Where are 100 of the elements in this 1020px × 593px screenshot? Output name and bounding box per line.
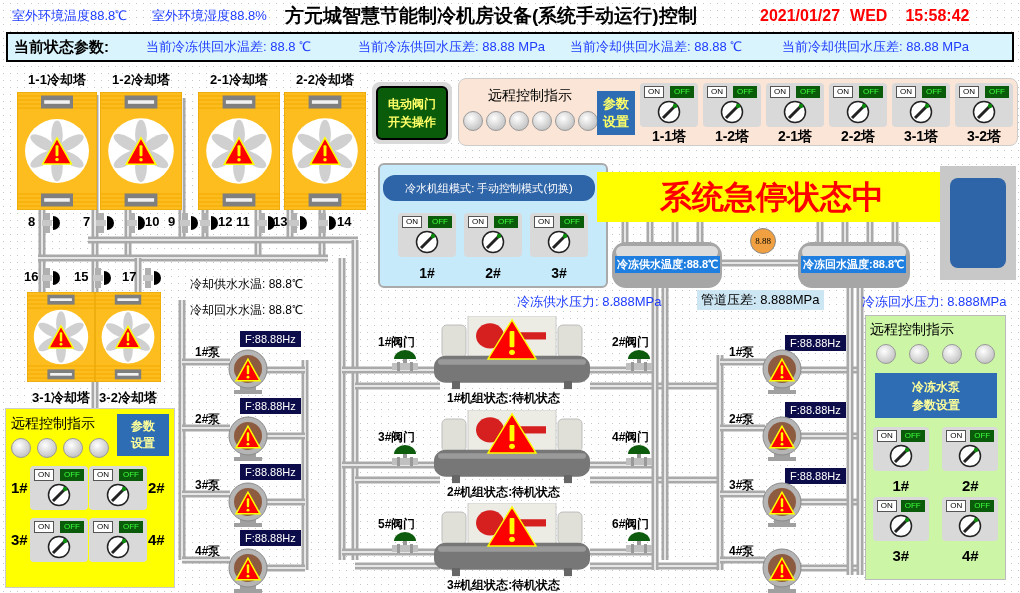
frequency-display: F:88.88Hz bbox=[240, 530, 301, 546]
on-indicator: ON bbox=[34, 469, 54, 481]
cooling-water-temperature: 冷却供水水温: 88.8℃ bbox=[190, 276, 304, 293]
on-indicator: ON bbox=[876, 430, 897, 442]
off-indicator: OFF bbox=[670, 86, 694, 98]
settings-button[interactable]: 参数 设置 bbox=[117, 414, 169, 456]
selector-switch[interactable]: ON OFF bbox=[829, 83, 887, 127]
off-indicator: OFF bbox=[970, 430, 995, 442]
on-indicator: ON bbox=[34, 521, 54, 533]
switch-label: 3-1塔 bbox=[903, 127, 939, 145]
valve-label: 6#阀门 bbox=[612, 516, 650, 533]
return-temperature-label: 冷冻回水温度:88.8℃ bbox=[801, 256, 907, 273]
valve-number: 12 bbox=[218, 214, 233, 230]
frequency-display: F:88.88Hz bbox=[785, 335, 846, 351]
tower-label: 1-1冷却塔 bbox=[27, 71, 87, 89]
selector-switch[interactable]: ON OFF bbox=[942, 497, 999, 541]
pump-label: 2#泵 bbox=[729, 411, 755, 428]
switch-label: 1# bbox=[11, 477, 29, 498]
on-indicator: ON bbox=[876, 500, 897, 512]
valve-number: 15 bbox=[74, 269, 89, 285]
valve-number: 8 bbox=[28, 214, 36, 230]
selector-switch[interactable]: ON OFF bbox=[464, 213, 522, 257]
tower-label: 2-2冷却塔 bbox=[295, 71, 355, 89]
valve-number: 17 bbox=[122, 269, 137, 285]
switch-label: 1# bbox=[419, 264, 435, 283]
time-text: 15:58:42 bbox=[905, 6, 970, 26]
status-label: 当前状态参数: bbox=[14, 36, 110, 57]
pump-label: 1#泵 bbox=[729, 344, 755, 361]
valve-number: 13 bbox=[273, 214, 288, 230]
supply-temperature-label: 冷冻供水温度:88.8℃ bbox=[615, 256, 721, 273]
off-indicator: OFF bbox=[970, 500, 995, 512]
selector-switch[interactable]: ON OFF bbox=[30, 518, 88, 562]
selector-switch[interactable]: ON OFF bbox=[89, 518, 147, 562]
valve-number: 10 bbox=[145, 214, 160, 230]
off-indicator: OFF bbox=[985, 86, 1009, 98]
valve-icon bbox=[392, 349, 418, 371]
selector-switch[interactable]: ON OFF bbox=[398, 213, 456, 257]
cooling-water-temperature: 冷却回水水温: 88.8℃ bbox=[190, 302, 304, 319]
switch-label: 3# bbox=[11, 529, 29, 550]
switch-label: 2# bbox=[148, 477, 166, 498]
selector-switch[interactable]: ON OFF bbox=[703, 83, 761, 127]
chiller-status: 1#机组状态:待机状态 bbox=[447, 391, 561, 405]
switch-label: 3# bbox=[551, 264, 567, 283]
pump-label: 4#泵 bbox=[195, 543, 221, 560]
settings-button[interactable]: 参数 设置 bbox=[597, 91, 635, 135]
valve-label: 1#阀门 bbox=[378, 334, 416, 351]
selector-switch[interactable]: ON OFF bbox=[955, 83, 1013, 127]
selector-switch[interactable]: ON OFF bbox=[530, 213, 588, 257]
valve-icon bbox=[127, 213, 147, 233]
off-indicator: OFF bbox=[60, 521, 84, 533]
pump-label: 3#泵 bbox=[729, 477, 755, 494]
on-indicator: ON bbox=[93, 469, 113, 481]
on-indicator: ON bbox=[93, 521, 113, 533]
selector-switch[interactable]: ON OFF bbox=[766, 83, 824, 127]
off-indicator: OFF bbox=[560, 216, 584, 228]
status-value: 当前冷却供回水温差: 88.88 ℃ bbox=[570, 38, 744, 57]
selector-switch[interactable]: ON OFF bbox=[30, 466, 88, 510]
tower-label: 2-1冷却塔 bbox=[209, 71, 269, 89]
pressure-gauge: 8.88 bbox=[750, 228, 776, 254]
differential-pressure: 管道压差: 8.888MPa bbox=[697, 290, 824, 310]
pump-label: 2#泵 bbox=[195, 411, 221, 428]
valve-icon bbox=[93, 268, 113, 288]
frequency-display: F:88.88Hz bbox=[240, 464, 301, 480]
switch-label: 3-2塔 bbox=[966, 127, 1002, 145]
chiller-status: 3#机组状态:待机状态 bbox=[447, 578, 561, 592]
selector-switch[interactable]: ON OFF bbox=[89, 466, 147, 510]
chiller-status: 2#机组状态:待机状态 bbox=[447, 485, 561, 499]
mode-switch-button[interactable]: 冷水机组模式: 手动控制模式(切换) bbox=[383, 175, 595, 201]
switch-label: 2# bbox=[485, 264, 501, 283]
off-indicator: OFF bbox=[119, 521, 143, 533]
selector-switch[interactable]: ON OFF bbox=[892, 83, 950, 127]
settings-button[interactable]: 冷冻水泵 参数设置 bbox=[874, 373, 997, 418]
valve-icon bbox=[626, 349, 652, 371]
valve-icon bbox=[200, 213, 220, 233]
selector-switch[interactable]: ON OFF bbox=[942, 427, 999, 471]
off-indicator: OFF bbox=[922, 86, 946, 98]
valve-icon bbox=[143, 268, 163, 288]
weekday-text: WED bbox=[850, 6, 888, 26]
frequency-display: F:88.88Hz bbox=[785, 402, 846, 418]
selector-switch[interactable]: ON OFF bbox=[640, 83, 698, 127]
switch-label: 1-2塔 bbox=[714, 127, 750, 145]
switch-label: 2# bbox=[961, 477, 979, 495]
on-indicator: ON bbox=[644, 86, 664, 98]
valve-label: 3#阀门 bbox=[378, 429, 416, 446]
frequency-display: F:88.88Hz bbox=[785, 468, 846, 484]
on-indicator: ON bbox=[833, 86, 853, 98]
off-indicator: OFF bbox=[428, 216, 452, 228]
valve-operation-button[interactable]: 电动阀门 开关操作 bbox=[372, 82, 452, 144]
valve-number: 9 bbox=[168, 214, 176, 230]
on-indicator: ON bbox=[946, 430, 967, 442]
selector-switch[interactable]: ON OFF bbox=[872, 497, 929, 541]
valve-icon bbox=[42, 213, 62, 233]
off-indicator: OFF bbox=[733, 86, 757, 98]
valve-label: 4#阀门 bbox=[612, 429, 650, 446]
off-indicator: OFF bbox=[859, 86, 883, 98]
frequency-display: F:88.88Hz bbox=[240, 331, 301, 347]
selector-switch[interactable]: ON OFF bbox=[872, 427, 929, 471]
outdoor-temperature: 室外环境温度88.8℃ bbox=[12, 7, 129, 26]
on-indicator: ON bbox=[770, 86, 790, 98]
off-indicator: OFF bbox=[119, 469, 143, 481]
